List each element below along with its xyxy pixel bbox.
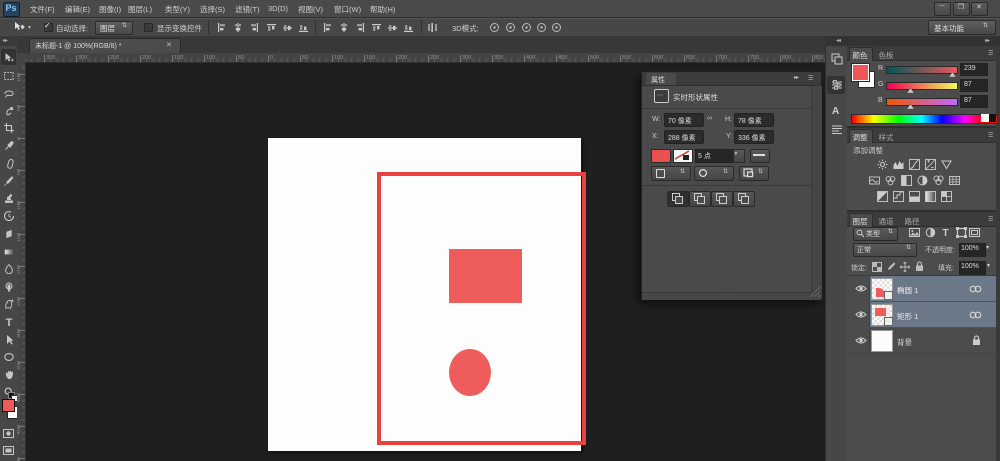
svg-text:T: T [6, 317, 13, 327]
svg-text:T: T [942, 228, 948, 238]
